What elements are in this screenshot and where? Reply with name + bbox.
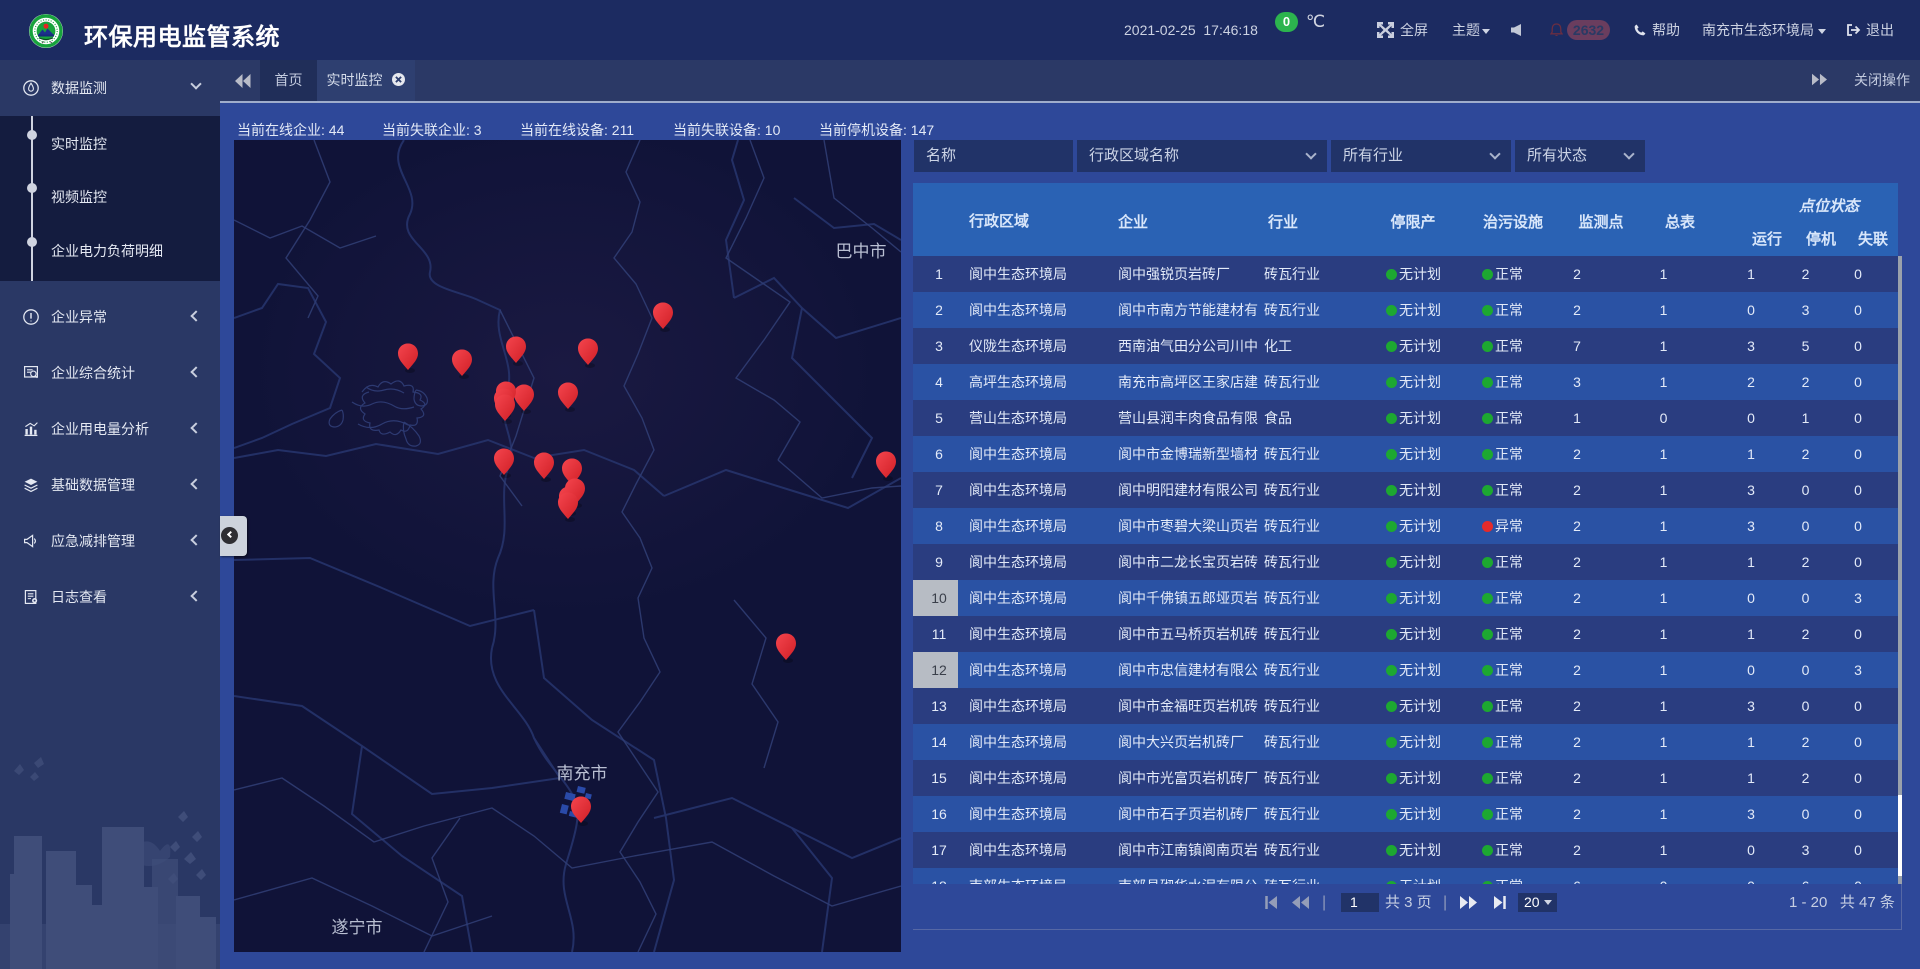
svg-text:巴中市: 巴中市	[836, 242, 887, 261]
svg-text:遂宁市: 遂宁市	[332, 918, 383, 937]
svg-text:南充市: 南充市	[557, 764, 608, 783]
